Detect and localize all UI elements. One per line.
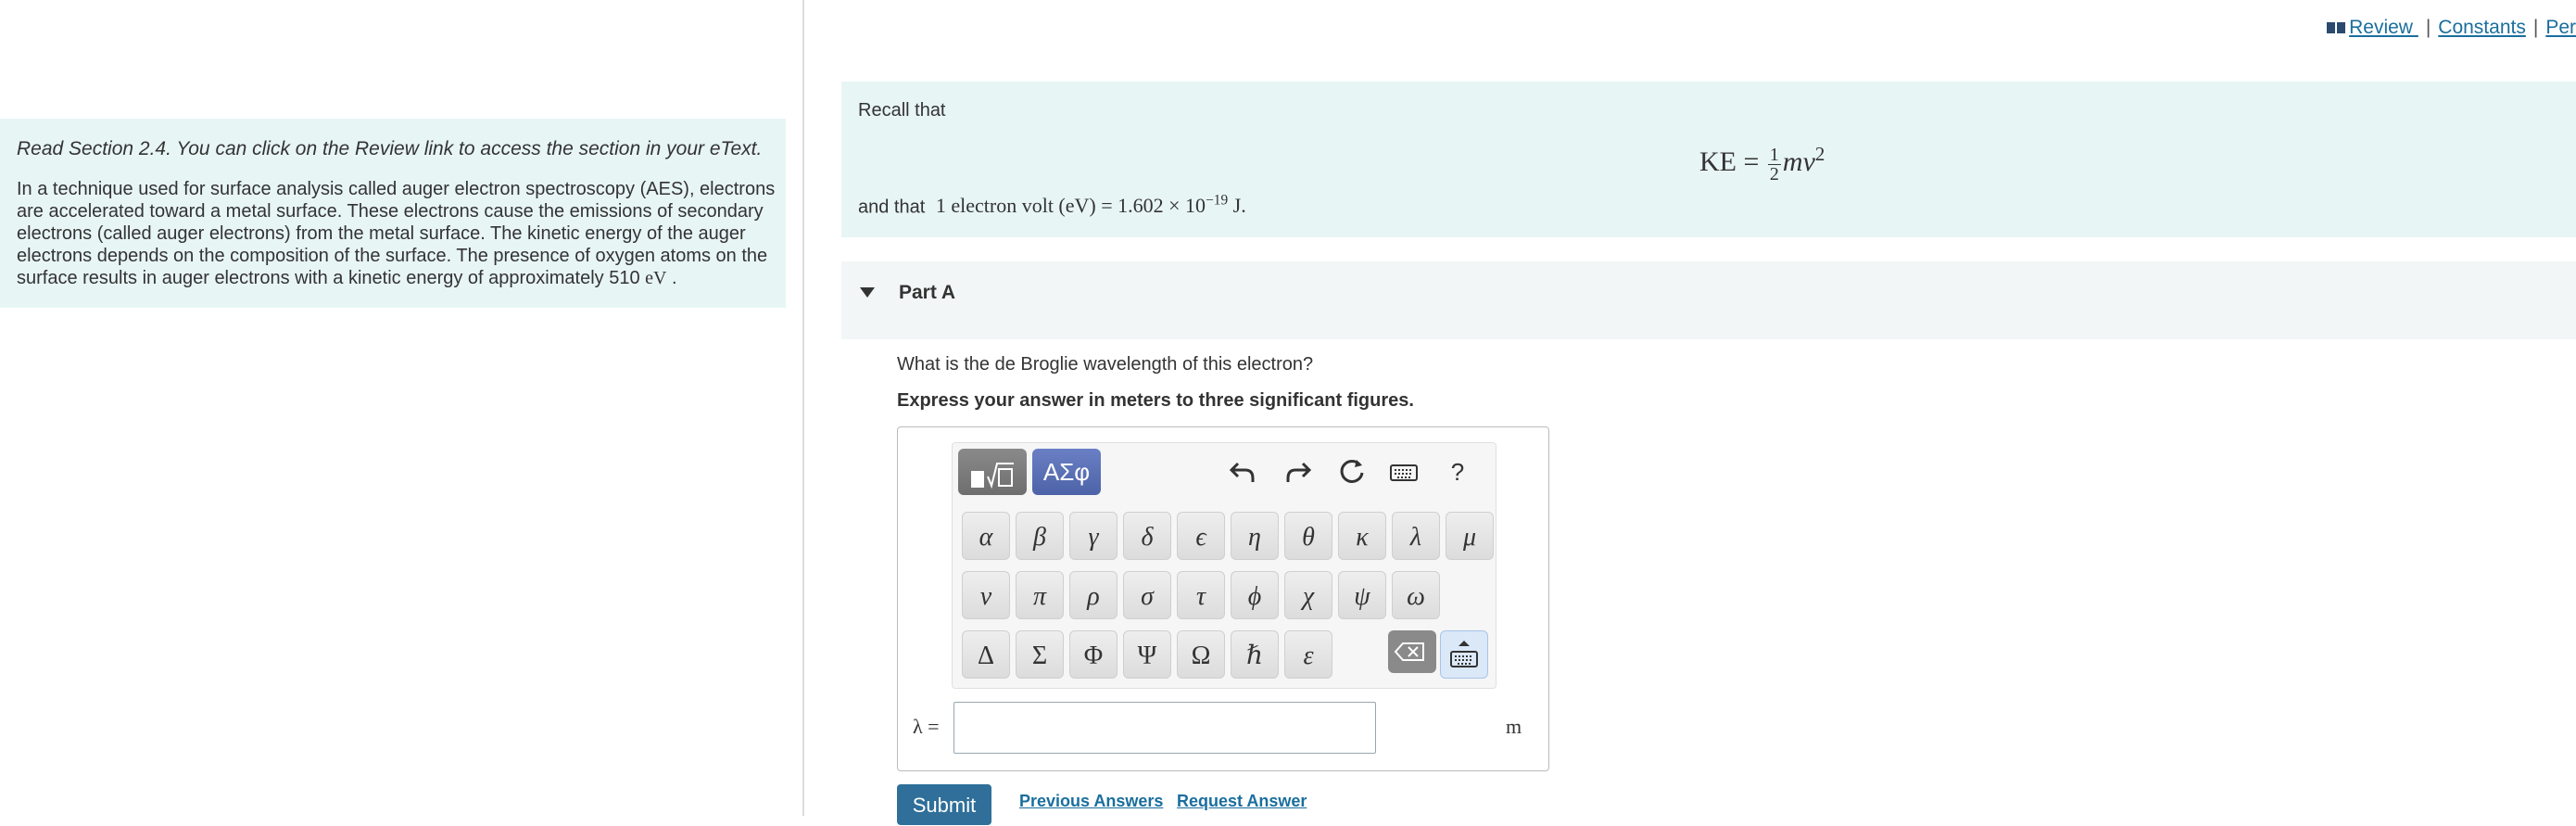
problem-panel: Read Section 2.4. You can click on the R… [0, 0, 804, 816]
intro-box: Read Section 2.4. You can click on the R… [0, 119, 786, 308]
key-mu[interactable]: μ [1446, 512, 1494, 560]
book-icon [2327, 22, 2346, 33]
key-capital-sigma[interactable]: Σ [1016, 630, 1064, 679]
variable-label: λ = [913, 715, 940, 738]
key-kappa[interactable]: κ [1338, 512, 1386, 560]
templates-icon [971, 463, 1014, 489]
problem-period: . [672, 268, 677, 288]
key-epsilon[interactable]: ϵ [1177, 512, 1225, 560]
key-theta[interactable]: θ [1284, 512, 1332, 560]
key-rho[interactable]: ρ [1069, 571, 1118, 619]
recall-label: Recall that [858, 100, 946, 121]
undo-icon[interactable] [1227, 456, 1258, 488]
refresh-icon [1340, 459, 1364, 483]
templates-button[interactable] [958, 449, 1027, 495]
key-eta[interactable]: η [1231, 512, 1279, 560]
ev-exponent: −19 [1206, 193, 1229, 209]
key-chi[interactable]: χ [1284, 571, 1332, 619]
keyboard-shortcuts-icon[interactable] [1388, 456, 1420, 488]
key-varepsilon[interactable]: ε [1284, 630, 1332, 679]
request-answer-link[interactable]: Request Answer [1177, 792, 1307, 811]
key-beta[interactable]: β [1016, 512, 1064, 560]
review-link-label: Review [2349, 17, 2413, 38]
fraction: 1 2 [1767, 144, 1781, 184]
key-delta[interactable]: δ [1123, 512, 1171, 560]
ev-text: 1 electron volt (eV) = 1.602 × 10 [935, 194, 1206, 218]
ke-exponent: 2 [1814, 143, 1825, 165]
reset-icon[interactable] [1336, 456, 1368, 488]
submit-button[interactable]: Submit [897, 784, 991, 825]
keyboard-toggle-icon [1450, 641, 1478, 667]
backspace-icon [1394, 642, 1424, 661]
key-psi[interactable]: ψ [1338, 571, 1386, 619]
key-pi[interactable]: π [1016, 571, 1064, 619]
key-capital-phi[interactable]: Φ [1069, 630, 1118, 679]
key-lambda[interactable]: λ [1392, 512, 1440, 560]
key-nu[interactable]: ν [962, 571, 1010, 619]
kinetic-energy-formula: KE = 1 2 mv2 [1699, 143, 1825, 184]
answer-box: ΑΣφ ? α β γ δ ϵ η θ κ λ μ ν π ρ σ τ ϕ χ … [897, 426, 1549, 771]
toggle-keyboard-button[interactable] [1440, 630, 1488, 679]
unit-label: m [1506, 715, 1522, 738]
link-separator: | [2425, 17, 2431, 38]
and-that-label: and that [858, 197, 926, 218]
reading-instruction: Read Section 2.4. You can click on the R… [17, 138, 763, 159]
ev-equation: 1 electron volt (eV) = 1.602 × 10−19 J. [935, 193, 1246, 218]
key-alpha[interactable]: α [962, 512, 1010, 560]
fraction-numerator: 1 [1767, 144, 1781, 165]
recall-box: Recall that KE = 1 2 mv2 and that 1 elec… [841, 82, 2576, 237]
ke-lhs: KE = [1699, 146, 1760, 177]
collapse-caret-icon[interactable] [860, 287, 875, 298]
key-gamma[interactable]: γ [1069, 512, 1118, 560]
fraction-denominator: 2 [1769, 163, 1779, 184]
problem-text: In a technique used for surface analysis… [17, 178, 777, 289]
part-a-header[interactable]: Part A [841, 261, 2576, 339]
undo-arrow-icon [1229, 462, 1255, 482]
answer-input[interactable] [953, 702, 1376, 754]
ev-conversion: and that 1 electron volt (eV) = 1.602 × … [858, 193, 1246, 218]
ev-unit: J. [1232, 194, 1246, 218]
redo-arrow-icon [1286, 462, 1312, 482]
symbols-button[interactable]: ΑΣφ [1032, 449, 1101, 495]
key-hbar[interactable]: ℏ [1231, 630, 1279, 679]
keyboard-icon [1390, 464, 1418, 481]
link-separator: | [2532, 17, 2539, 38]
help-button[interactable]: ? [1442, 456, 1473, 488]
periodic-table-link[interactable]: Per [2545, 17, 2576, 38]
previous-answers-link[interactable]: Previous Answers [1019, 792, 1163, 811]
math-palette: ΑΣφ ? α β γ δ ϵ η θ κ λ μ ν π ρ σ τ ϕ χ … [952, 442, 1496, 689]
part-title: Part A [899, 282, 956, 303]
backspace-button[interactable] [1388, 630, 1436, 673]
answer-instruction: Express your answer in meters to three s… [897, 390, 1414, 411]
key-sigma[interactable]: σ [1123, 571, 1171, 619]
energy-unit: eV [645, 268, 667, 288]
key-phi[interactable]: ϕ [1231, 571, 1279, 619]
key-capital-delta[interactable]: Δ [962, 630, 1010, 679]
key-omega[interactable]: ω [1392, 571, 1440, 619]
redo-icon[interactable] [1282, 456, 1314, 488]
key-capital-psi[interactable]: Ψ [1123, 630, 1171, 679]
key-tau[interactable]: τ [1177, 571, 1225, 619]
constants-link[interactable]: Constants [2438, 17, 2526, 38]
resource-links: Review | Constants | Per [2327, 17, 2576, 39]
ke-rhs: mv [1782, 146, 1815, 177]
question-text: What is the de Broglie wavelength of thi… [897, 354, 1314, 375]
review-link[interactable]: Review [2327, 17, 2418, 38]
key-capital-omega[interactable]: Ω [1177, 630, 1225, 679]
